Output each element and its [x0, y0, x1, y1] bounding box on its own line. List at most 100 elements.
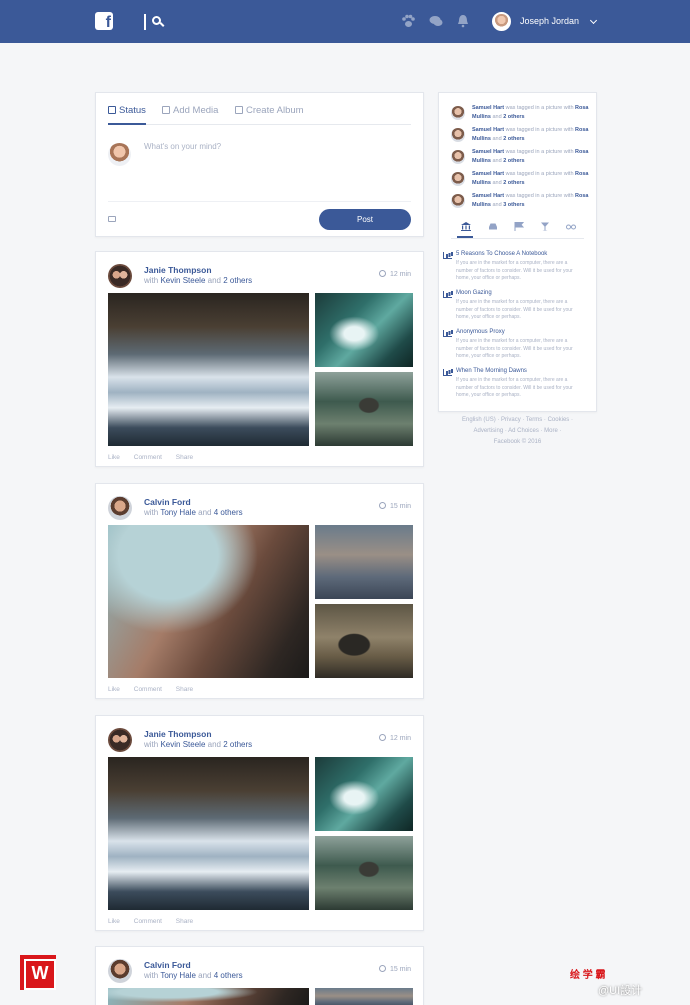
- image-icon: [162, 106, 170, 114]
- article-desc: If you are in the market for a computer,…: [456, 260, 573, 281]
- bell-icon[interactable]: [456, 14, 470, 28]
- post-photo-side[interactable]: [315, 604, 413, 678]
- clock-icon: [378, 734, 386, 741]
- post-photo-main[interactable]: [108, 988, 309, 1005]
- article-title[interactable]: When The Morning Dawns: [456, 368, 576, 374]
- comment-button[interactable]: Comment: [134, 686, 162, 693]
- activity-name[interactable]: Samuel Hart: [472, 193, 504, 199]
- post-photo-side[interactable]: [315, 988, 413, 1005]
- activity-text: Samuel Hart was tagged in a picture with…: [472, 126, 592, 144]
- post-time-label: 15 min: [389, 966, 411, 973]
- comment-button[interactable]: Comment: [134, 454, 162, 461]
- tagged-friend-link[interactable]: Kevin Steele: [160, 276, 205, 285]
- tab-status[interactable]: Status: [108, 105, 146, 125]
- tab-add-media[interactable]: Add Media: [162, 105, 218, 125]
- post-photo-main[interactable]: [108, 757, 309, 910]
- composer-divider: [108, 201, 411, 202]
- post-photo-side[interactable]: [315, 293, 413, 367]
- activity-name[interactable]: Samuel Hart: [472, 171, 504, 177]
- feed-post: Calvin Ford with Tony Hale and 4 others …: [95, 483, 424, 699]
- footer-links-line2[interactable]: Advertising · Ad Choices · More ·: [438, 426, 597, 437]
- paw-icon[interactable]: [401, 14, 415, 28]
- tagged-friend-link[interactable]: Tony Hale: [160, 971, 196, 980]
- share-button[interactable]: Share: [176, 454, 193, 461]
- watermark-text: 绘 学 霸: [570, 970, 606, 981]
- drink-icon[interactable]: [540, 222, 550, 231]
- like-button[interactable]: Like: [108, 454, 120, 461]
- activity-item[interactable]: Samuel Hart was tagged in a picture with…: [451, 125, 591, 147]
- activity-others[interactable]: 3 others: [503, 202, 524, 208]
- activity-item[interactable]: Samuel Hart was tagged in a picture with…: [451, 103, 591, 125]
- activity-desc: was tagged in a picture with: [505, 171, 574, 177]
- like-button[interactable]: Like: [108, 686, 120, 693]
- activity-item[interactable]: Samuel Hart was tagged in a picture with…: [451, 191, 591, 213]
- post-photo-main[interactable]: [108, 525, 309, 678]
- tagged-others-link[interactable]: 2 others: [223, 740, 252, 749]
- post-author-name[interactable]: Janie Thompson: [144, 729, 212, 739]
- chevron-down-icon[interactable]: [589, 16, 598, 25]
- glasses-icon[interactable]: [566, 222, 576, 231]
- activity-name[interactable]: Samuel Hart: [472, 149, 504, 155]
- tab-create-album[interactable]: Create Album: [235, 105, 304, 125]
- activity-name[interactable]: Samuel Hart: [472, 105, 504, 111]
- post-tagged-line: with Kevin Steele and 2 others: [144, 740, 252, 749]
- chart-icon: [443, 252, 452, 259]
- facebook-logo-icon[interactable]: [95, 12, 113, 32]
- with-text: with: [144, 740, 159, 749]
- username[interactable]: Joseph Jordan: [520, 16, 579, 26]
- post-author-avatar[interactable]: [108, 728, 132, 752]
- status-input[interactable]: What's on your mind?: [144, 142, 221, 151]
- flag-icon[interactable]: [514, 222, 524, 231]
- post-photo-side[interactable]: [315, 372, 413, 446]
- activity-others[interactable]: 2 others: [503, 136, 524, 142]
- article-desc: If you are in the market for a computer,…: [456, 377, 573, 398]
- feed-post: Janie Thompson with Kevin Steele and 2 o…: [95, 251, 424, 467]
- tagged-others-link[interactable]: 4 others: [214, 508, 243, 517]
- article-title[interactable]: 5 Reasons To Choose A Notebook: [456, 251, 576, 257]
- like-button[interactable]: Like: [108, 918, 120, 925]
- bank-icon[interactable]: [461, 222, 471, 231]
- article-item[interactable]: When The Morning Dawns If you are in the…: [443, 368, 576, 400]
- footer-links-line1[interactable]: English (US) · Privacy · Terms · Cookies…: [438, 415, 597, 426]
- post-author-name[interactable]: Calvin Ford: [144, 960, 191, 970]
- tagged-others-link[interactable]: 4 others: [214, 971, 243, 980]
- activity-item[interactable]: Samuel Hart was tagged in a picture with…: [451, 169, 591, 191]
- activity-others[interactable]: 2 others: [503, 158, 524, 164]
- post-photo-main[interactable]: [108, 293, 309, 446]
- post-author-avatar[interactable]: [108, 264, 132, 288]
- post-author-avatar[interactable]: [108, 959, 132, 983]
- activity-name[interactable]: Samuel Hart: [472, 127, 504, 133]
- article-item[interactable]: Moon Gazing If you are in the market for…: [443, 290, 576, 322]
- article-title[interactable]: Moon Gazing: [456, 290, 576, 296]
- edit-icon: [108, 106, 116, 114]
- car-icon[interactable]: [488, 222, 498, 231]
- activity-avatar: [451, 106, 465, 120]
- post-photo-side[interactable]: [315, 836, 413, 910]
- share-button[interactable]: Share: [176, 686, 193, 693]
- article-desc: If you are in the market for a computer,…: [456, 299, 573, 320]
- article-title[interactable]: Anonymous Proxy: [456, 329, 576, 335]
- share-button[interactable]: Share: [176, 918, 193, 925]
- user-avatar[interactable]: [492, 12, 511, 31]
- camera-icon[interactable]: [108, 216, 116, 222]
- comment-button[interactable]: Comment: [134, 918, 162, 925]
- activity-and: and: [492, 158, 502, 164]
- article-item[interactable]: Anonymous Proxy If you are in the market…: [443, 329, 576, 361]
- tagged-friend-link[interactable]: Tony Hale: [160, 508, 196, 517]
- activity-item[interactable]: Samuel Hart was tagged in a picture with…: [451, 147, 591, 169]
- post-button[interactable]: Post: [319, 209, 411, 230]
- post-author-name[interactable]: Calvin Ford: [144, 497, 191, 507]
- article-item[interactable]: 5 Reasons To Choose A Notebook If you ar…: [443, 251, 576, 283]
- chat-icon[interactable]: [429, 14, 443, 28]
- post-photo-side[interactable]: [315, 757, 413, 831]
- tagged-others-link[interactable]: 2 others: [223, 276, 252, 285]
- with-text: with: [144, 276, 159, 285]
- search-icon[interactable]: [152, 16, 161, 25]
- post-author-name[interactable]: Janie Thompson: [144, 265, 212, 275]
- activity-others[interactable]: 2 others: [503, 114, 524, 120]
- post-photo-side[interactable]: [315, 525, 413, 599]
- post-author-avatar[interactable]: [108, 496, 132, 520]
- tagged-friend-link[interactable]: Kevin Steele: [160, 740, 205, 749]
- activity-others[interactable]: 2 others: [503, 180, 524, 186]
- activity-text: Samuel Hart was tagged in a picture with…: [472, 192, 592, 210]
